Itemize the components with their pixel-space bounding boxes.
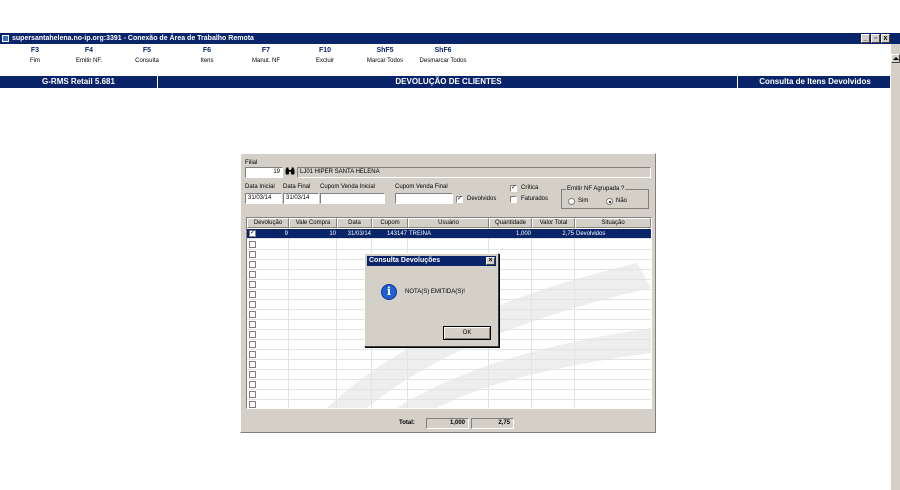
fkey-code: ShF6 <box>434 47 452 54</box>
binoculars-search-icon[interactable] <box>284 167 296 178</box>
critica-checkbox[interactable]: ✓ <box>510 185 517 192</box>
sim-radio[interactable] <box>568 198 575 205</box>
nao-label: Não <box>616 198 628 204</box>
total-quantidade: 1,000 <box>426 418 469 429</box>
row-checkbox[interactable] <box>249 351 256 358</box>
dialog-message: NOTA(S) EMITIDA(S)! <box>405 289 465 295</box>
table-row[interactable] <box>247 240 651 250</box>
row-checkbox[interactable] <box>249 341 256 348</box>
col-usuario[interactable]: Usuário <box>408 218 489 228</box>
critica-label: Crítica <box>521 185 539 191</box>
data-final-label: Data Final <box>283 184 311 190</box>
faturados-checkbox[interactable] <box>510 196 517 203</box>
faturados-label: Faturados <box>521 196 549 202</box>
cupom-venda-inicial-input[interactable] <box>320 193 385 204</box>
total-label: Total: <box>399 420 415 426</box>
table-row[interactable] <box>247 360 651 370</box>
scroll-up-arrow-icon[interactable] <box>891 54 900 63</box>
minimize-button[interactable]: _ <box>861 34 870 43</box>
vertical-scrollbar[interactable] <box>890 44 900 490</box>
maximize-button[interactable]: ▫ <box>871 34 880 43</box>
table-row[interactable] <box>247 370 651 380</box>
row-checkbox[interactable] <box>249 391 256 398</box>
shf6-desmarcar-todos-button[interactable]: ShF6 Desmarcar Todos <box>408 46 478 66</box>
cupom-venda-inicial-label: Cupom Venda Inicial <box>320 184 376 190</box>
dialog-close-icon[interactable]: × <box>486 257 495 265</box>
col-vale-compra[interactable]: Vale Compra <box>289 218 337 228</box>
table-row[interactable] <box>247 390 651 400</box>
context-title: Consulta de Itens Devolvidos <box>759 77 871 86</box>
table-row[interactable] <box>247 400 651 408</box>
function-key-toolbar: F3 Fim F4 Emitir NF. F5 Consulta F6 Iten… <box>0 44 890 72</box>
cell-cupom: 143147 <box>386 231 407 237</box>
cupom-venda-final-input[interactable] <box>395 193 453 204</box>
cell-data: 31/03/14 <box>347 231 371 237</box>
remote-desktop-screen: supersantahelena.no-ip.org:3391 - Conexã… <box>0 0 900 490</box>
fkey-label: Desmarcar Todos <box>419 58 467 64</box>
data-final-input[interactable]: 31/03/14 <box>283 193 319 204</box>
filial-code-input[interactable]: 19 <box>245 167 283 178</box>
col-valor-total[interactable]: Valor Total <box>532 218 575 228</box>
table-row[interactable] <box>247 380 651 390</box>
row-checkbox[interactable] <box>249 261 256 268</box>
total-valor: 2,75 <box>471 418 514 429</box>
nao-radio[interactable] <box>606 198 613 205</box>
col-situacao[interactable]: Situação <box>575 218 651 228</box>
cell-quantidade: 1,000 <box>515 231 531 237</box>
row-checkbox[interactable] <box>249 371 256 378</box>
row-checkbox[interactable] <box>249 331 256 338</box>
dialog-titlebar[interactable]: Consulta Devoluções × <box>367 256 496 266</box>
window-title: supersantahelena.no-ip.org:3391 - Conexã… <box>12 35 254 42</box>
cell-situacao: Devolvidos <box>576 231 606 237</box>
table-row[interactable]: ✓ 9 10 31/03/14 143147 TREINA 1,000 2,75… <box>247 229 651 239</box>
col-quantidade[interactable]: Quantidade <box>489 218 532 228</box>
cell-vale-compra: 10 <box>329 231 336 237</box>
row-checkbox[interactable] <box>249 271 256 278</box>
filial-label: Filial <box>245 160 258 166</box>
ok-button[interactable]: OK <box>443 326 491 340</box>
row-checkbox[interactable] <box>249 311 256 318</box>
row-checkbox[interactable] <box>249 251 256 258</box>
row-checkbox[interactable] <box>249 301 256 308</box>
data-inicial-label: Data Inicial <box>245 184 275 190</box>
cell-usuario: TREINA <box>409 231 432 237</box>
remote-desktop-icon <box>2 35 9 42</box>
col-cupom[interactable]: Cupom <box>372 218 408 228</box>
remote-desktop-titlebar[interactable]: supersantahelena.no-ip.org:3391 - Conexã… <box>0 33 900 44</box>
info-icon: i <box>381 284 397 300</box>
close-button[interactable]: x <box>881 34 890 43</box>
row-checkbox[interactable] <box>249 321 256 328</box>
filial-name-field: LJ01 HIPER SANTA HELENA <box>297 167 651 178</box>
row-checkbox[interactable] <box>249 291 256 298</box>
cell-valor-total: 2,75 <box>562 231 574 237</box>
devolvidos-checkbox[interactable]: ✓ <box>456 196 463 203</box>
devolvidos-label: Devolvidos <box>467 196 497 202</box>
row-checkbox[interactable] <box>249 361 256 368</box>
app-version: G-RMS Retail 5.681 <box>0 76 158 88</box>
col-data[interactable]: Data <box>337 218 372 228</box>
binoculars-icon <box>285 167 295 175</box>
col-devolucao[interactable]: Devolução <box>247 218 289 228</box>
row-checkbox[interactable] <box>249 241 256 248</box>
header-band: G-RMS Retail 5.681 DEVOLUÇÃO DE CLIENTES… <box>0 76 890 88</box>
cupom-venda-final-label: Cupom Venda Final <box>395 184 448 190</box>
screen-title: DEVOLUÇÃO DE CLIENTES <box>160 76 738 88</box>
consulta-devolucoes-dialog: Consulta Devoluções × i NOTA(S) EMITIDA(… <box>364 253 499 347</box>
table-row[interactable] <box>247 350 651 360</box>
row-checkbox[interactable] <box>249 381 256 388</box>
data-inicial-input[interactable]: 31/03/14 <box>245 193 282 204</box>
row-checkbox[interactable] <box>249 401 256 408</box>
row-checkbox[interactable] <box>249 281 256 288</box>
cell-devolucao: 9 <box>284 231 288 237</box>
sim-label: Sim <box>578 198 589 204</box>
dialog-title: Consulta Devoluções <box>369 257 441 264</box>
emitir-nf-agrupada-label: Emitir NF Agrupada ? <box>566 185 626 193</box>
